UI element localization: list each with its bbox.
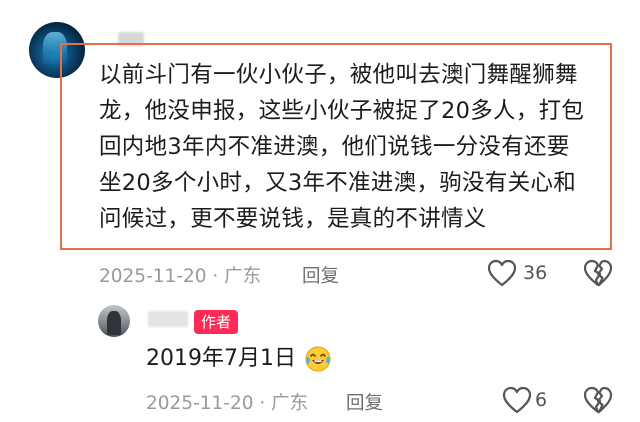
author-avatar[interactable] [98, 305, 130, 337]
broken-heart-icon[interactable] [583, 259, 613, 287]
reply-like-count: 6 [535, 389, 548, 411]
reply-reply-button[interactable]: 回复 [346, 389, 383, 415]
comment-meta: 2025-11-20 · 广东 [99, 266, 262, 287]
comment-line: 问候过，更不要说钱，是真的不讲情义 [99, 206, 487, 232]
comment-like-count: 36 [523, 262, 548, 284]
reply-text: 2019年7月1日 [146, 346, 296, 371]
comment-line: 回内地3年内不准进澳，他们说钱一分没有还要 [99, 134, 570, 160]
comment-line: 以前斗门有一伙小伙子，被他叫去澳门舞醒狮舞 [99, 62, 578, 88]
tears-of-joy-emoji-icon [305, 346, 331, 372]
comment-text: 以前斗门有一伙小伙子，被他叫去澳门舞醒狮舞 龙，他没申报，这些小伙子被捉了20多人… [99, 57, 611, 237]
author-badge: 作者 [194, 310, 238, 334]
comment-line: 坐20多个小时，又3年不准进澳，驹没有关心和 [99, 170, 577, 196]
comment-reply-button[interactable]: 回复 [302, 262, 339, 288]
heart-icon[interactable] [502, 386, 532, 414]
author-name-blurred [148, 311, 188, 327]
reply-meta: 2025-11-20 · 广东 [146, 393, 309, 414]
heart-icon[interactable] [487, 259, 517, 287]
comment-line: 龙，他没申报，这些小伙子被捉了20多人，打包 [99, 98, 585, 124]
broken-heart-icon[interactable] [583, 386, 613, 414]
